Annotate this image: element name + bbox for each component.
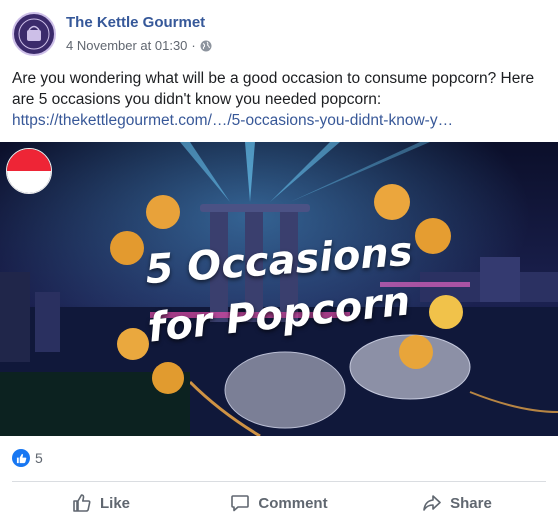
reaction-count: 5 bbox=[35, 450, 43, 466]
post-actions: Like Comment Share bbox=[12, 484, 546, 522]
comment-label: Comment bbox=[258, 494, 328, 512]
post-text: Are you wondering what will be a good oc… bbox=[12, 70, 535, 108]
share-button[interactable]: Share bbox=[368, 484, 546, 522]
like-reaction-icon bbox=[12, 449, 30, 467]
post-image[interactable]: 5 Occasions for Popcorn bbox=[0, 142, 558, 436]
comment-icon bbox=[231, 495, 250, 512]
comment-button[interactable]: Comment bbox=[190, 484, 368, 522]
meta-separator: · bbox=[191, 38, 196, 53]
like-label: Like bbox=[99, 494, 130, 512]
reaction-summary[interactable]: 5 bbox=[12, 449, 43, 467]
share-label: Share bbox=[450, 494, 492, 512]
thumbs-up-icon bbox=[73, 494, 91, 512]
page-avatar[interactable] bbox=[12, 12, 56, 56]
facebook-post: The Kettle Gourmet 4 November at 01:30 ·… bbox=[0, 0, 558, 525]
kettle-logo-icon bbox=[15, 15, 53, 53]
post-link[interactable]: https://thekettlegourmet.com/…/5-occasio… bbox=[12, 110, 552, 131]
post-meta: 4 November at 01:30 · bbox=[66, 38, 212, 53]
share-icon bbox=[423, 495, 441, 511]
like-button[interactable]: Like bbox=[12, 484, 190, 522]
action-divider bbox=[12, 481, 546, 482]
page-name-link[interactable]: The Kettle Gourmet bbox=[66, 14, 205, 31]
singapore-flag-icon bbox=[6, 148, 52, 194]
post-timestamp[interactable]: 4 November at 01:30 bbox=[66, 38, 187, 53]
globe-icon bbox=[200, 40, 212, 51]
